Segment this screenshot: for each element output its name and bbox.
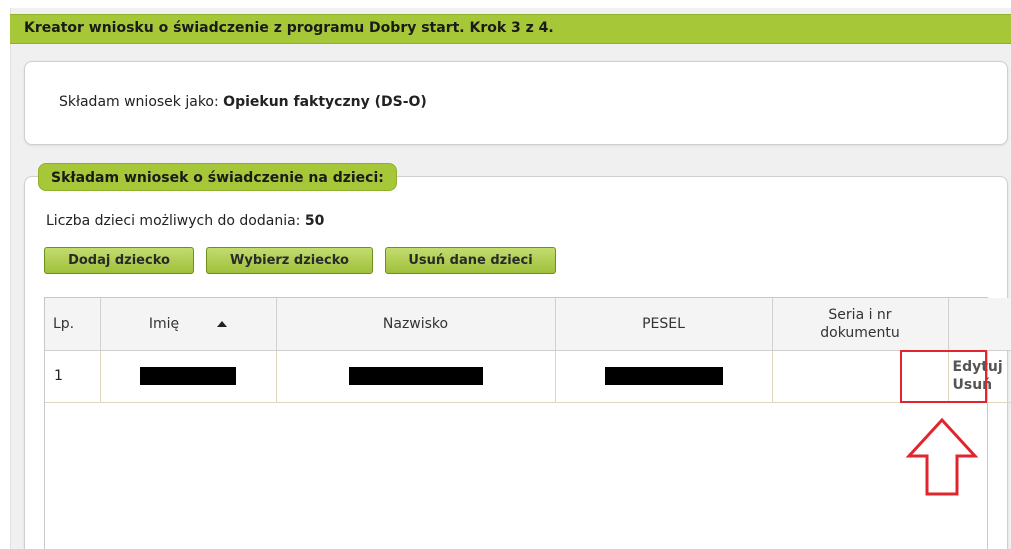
applicant-panel: Składam wniosek jako: Opiekun faktyczny … — [24, 61, 1008, 145]
redacted-first-name — [140, 367, 236, 385]
choose-child-button[interactable]: Wybierz dziecko — [206, 247, 373, 274]
table-header-row: Lp. Imię Nazwisko PESEL Seria i nr dokum… — [45, 298, 1011, 351]
children-section-legend: Składam wniosek o świadczenie na dzieci: — [38, 163, 397, 191]
column-header-last-name[interactable]: Nazwisko — [276, 298, 556, 351]
up-arrow-outline-icon — [905, 418, 979, 496]
column-header-document-line2: dokumentu — [820, 324, 900, 341]
column-header-actions — [948, 298, 1011, 351]
cell-actions: Edytuj Usuń — [948, 350, 1011, 403]
column-header-lp: Lp. — [45, 298, 101, 351]
applicant-line: Składam wniosek jako: Opiekun faktyczny … — [59, 94, 427, 110]
cell-pesel — [555, 350, 773, 403]
column-header-first-name-label: Imię — [148, 315, 180, 332]
sort-ascending-icon — [217, 320, 228, 327]
cell-document — [772, 350, 949, 403]
wizard-header: Kreator wniosku o świadczenie z programu… — [10, 14, 1011, 44]
children-count-label: Liczba dzieci możliwych do dodania: — [46, 213, 301, 229]
column-header-document[interactable]: Seria i nr dokumentu — [772, 298, 949, 351]
wizard-title: Kreator wniosku o świadczenie z programu… — [24, 20, 554, 36]
applicant-label: Składam wniosek jako: — [59, 94, 219, 110]
remove-children-data-button[interactable]: Usuń dane dzieci — [385, 247, 556, 274]
table-row: 1 Edytuj Usuń — [45, 350, 1011, 403]
add-child-button[interactable]: Dodaj dziecko — [44, 247, 194, 274]
redacted-last-name — [348, 367, 483, 385]
cell-last-name — [276, 350, 556, 403]
cell-first-name — [100, 350, 277, 403]
children-count-value: 50 — [304, 213, 325, 229]
column-header-first-name[interactable]: Imię — [100, 298, 277, 351]
children-table: Lp. Imię Nazwisko PESEL Seria i nr dokum… — [44, 297, 1011, 549]
edit-link[interactable]: Edytuj — [953, 358, 1011, 376]
column-header-pesel[interactable]: PESEL — [555, 298, 773, 351]
delete-link[interactable]: Usuń — [953, 376, 1011, 394]
applicant-value: Opiekun faktyczny (DS-O) — [223, 94, 427, 110]
redacted-pesel — [604, 367, 723, 385]
children-count-line: Liczba dzieci możliwych do dodania: 50 — [46, 213, 324, 229]
cell-lp: 1 — [45, 350, 101, 403]
column-header-document-line1: Seria i nr — [828, 306, 892, 323]
